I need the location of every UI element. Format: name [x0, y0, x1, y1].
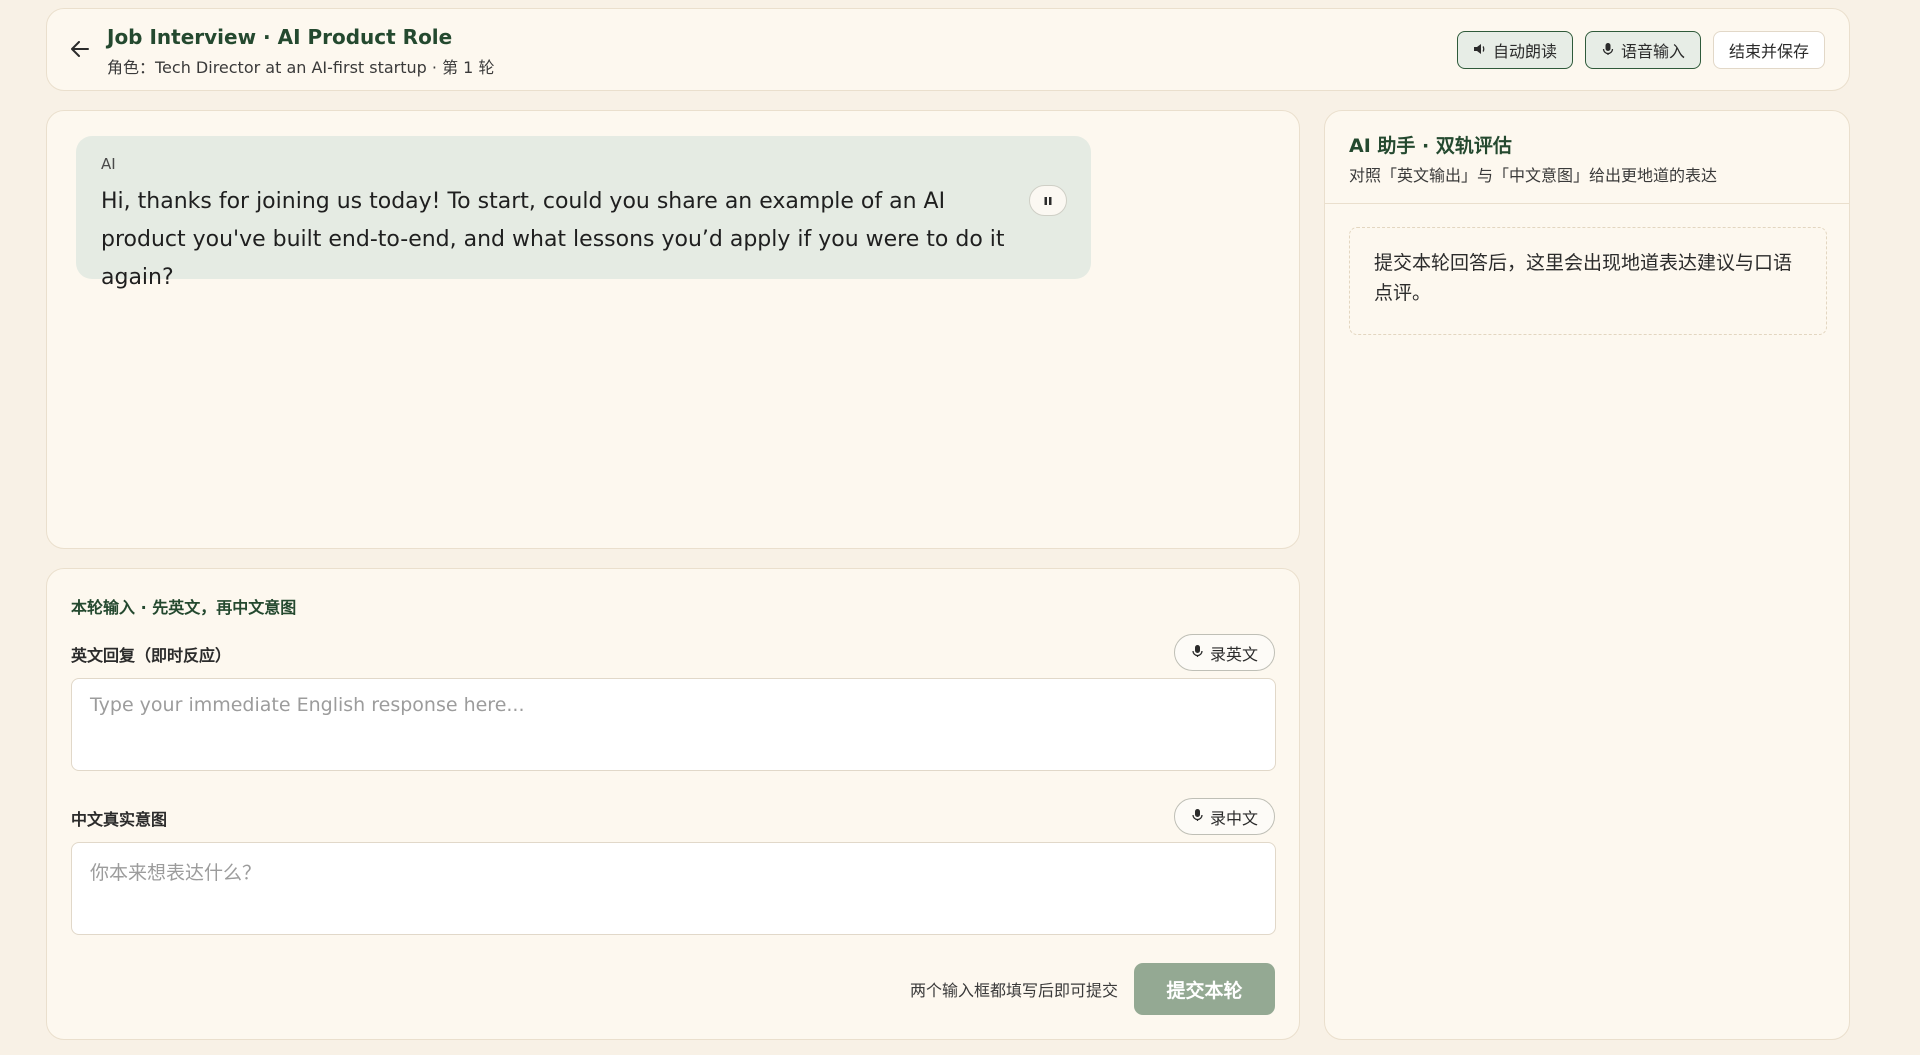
english-response-input[interactable]: [71, 678, 1276, 771]
microphone-icon: [1191, 807, 1204, 826]
pause-icon: [1043, 191, 1053, 210]
divider: [1325, 203, 1849, 204]
chinese-intent-input[interactable]: [71, 842, 1276, 935]
ai-message-bubble: AI Hi, thanks for joining us today! To s…: [76, 136, 1091, 290]
session-subtitle: 角色：Tech Director at an AI-first startup …: [107, 58, 495, 77]
auto-read-toggle[interactable]: 自动朗读: [1456, 31, 1573, 69]
record-chinese-label: 录中文: [1209, 808, 1258, 828]
assistant-empty-state: 提交本轮回答后，这里会出现地道表达建议与口语点评。: [1349, 227, 1827, 335]
back-arrow-icon[interactable]: [67, 36, 93, 62]
record-english-button[interactable]: 录英文: [1173, 634, 1275, 671]
microphone-icon: [1191, 643, 1204, 662]
answer-input-panel: 本轮输入 · 先英文，再中文意图 英文回复（即时反应） 录英文 中文真实意图 录…: [46, 568, 1300, 1040]
submit-round-button[interactable]: 提交本轮: [1134, 963, 1275, 1015]
record-english-label: 录英文: [1209, 644, 1258, 664]
english-field-label: 英文回复（即时反应）: [71, 646, 232, 665]
message-sender: AI: [101, 155, 116, 173]
message-text: Hi, thanks for joining us today! To star…: [101, 189, 1005, 290]
voice-input-toggle[interactable]: 语音输入: [1584, 31, 1701, 69]
ai-assistant-panel: AI 助手 · 双轨评估 对照「英文输出」与「中文意图」给出更地道的表达 提交本…: [1324, 110, 1850, 1040]
session-title: Job Interview · AI Product Role: [107, 25, 453, 49]
end-and-save-button[interactable]: 结束并保存: [1712, 31, 1825, 69]
microphone-icon: [1601, 41, 1615, 60]
input-section-title: 本轮输入 · 先英文，再中文意图: [71, 598, 297, 617]
submit-hint: 两个输入框都填写后即可提交: [909, 981, 1118, 1000]
record-chinese-button[interactable]: 录中文: [1173, 798, 1275, 835]
assistant-subtitle: 对照「英文输出」与「中文意图」给出更地道的表达: [1349, 166, 1718, 185]
conversation-panel: AI Hi, thanks for joining us today! To s…: [46, 110, 1300, 549]
top-bar: Job Interview · AI Product Role 角色：Tech …: [46, 8, 1850, 91]
speaker-icon: [1473, 41, 1487, 60]
assistant-title: AI 助手 · 双轨评估: [1349, 135, 1512, 157]
auto-read-label: 自动朗读: [1492, 42, 1557, 61]
voice-input-label: 语音输入: [1620, 42, 1685, 61]
chinese-field-label: 中文真实意图: [71, 810, 168, 829]
pause-audio-button[interactable]: [1029, 185, 1067, 216]
